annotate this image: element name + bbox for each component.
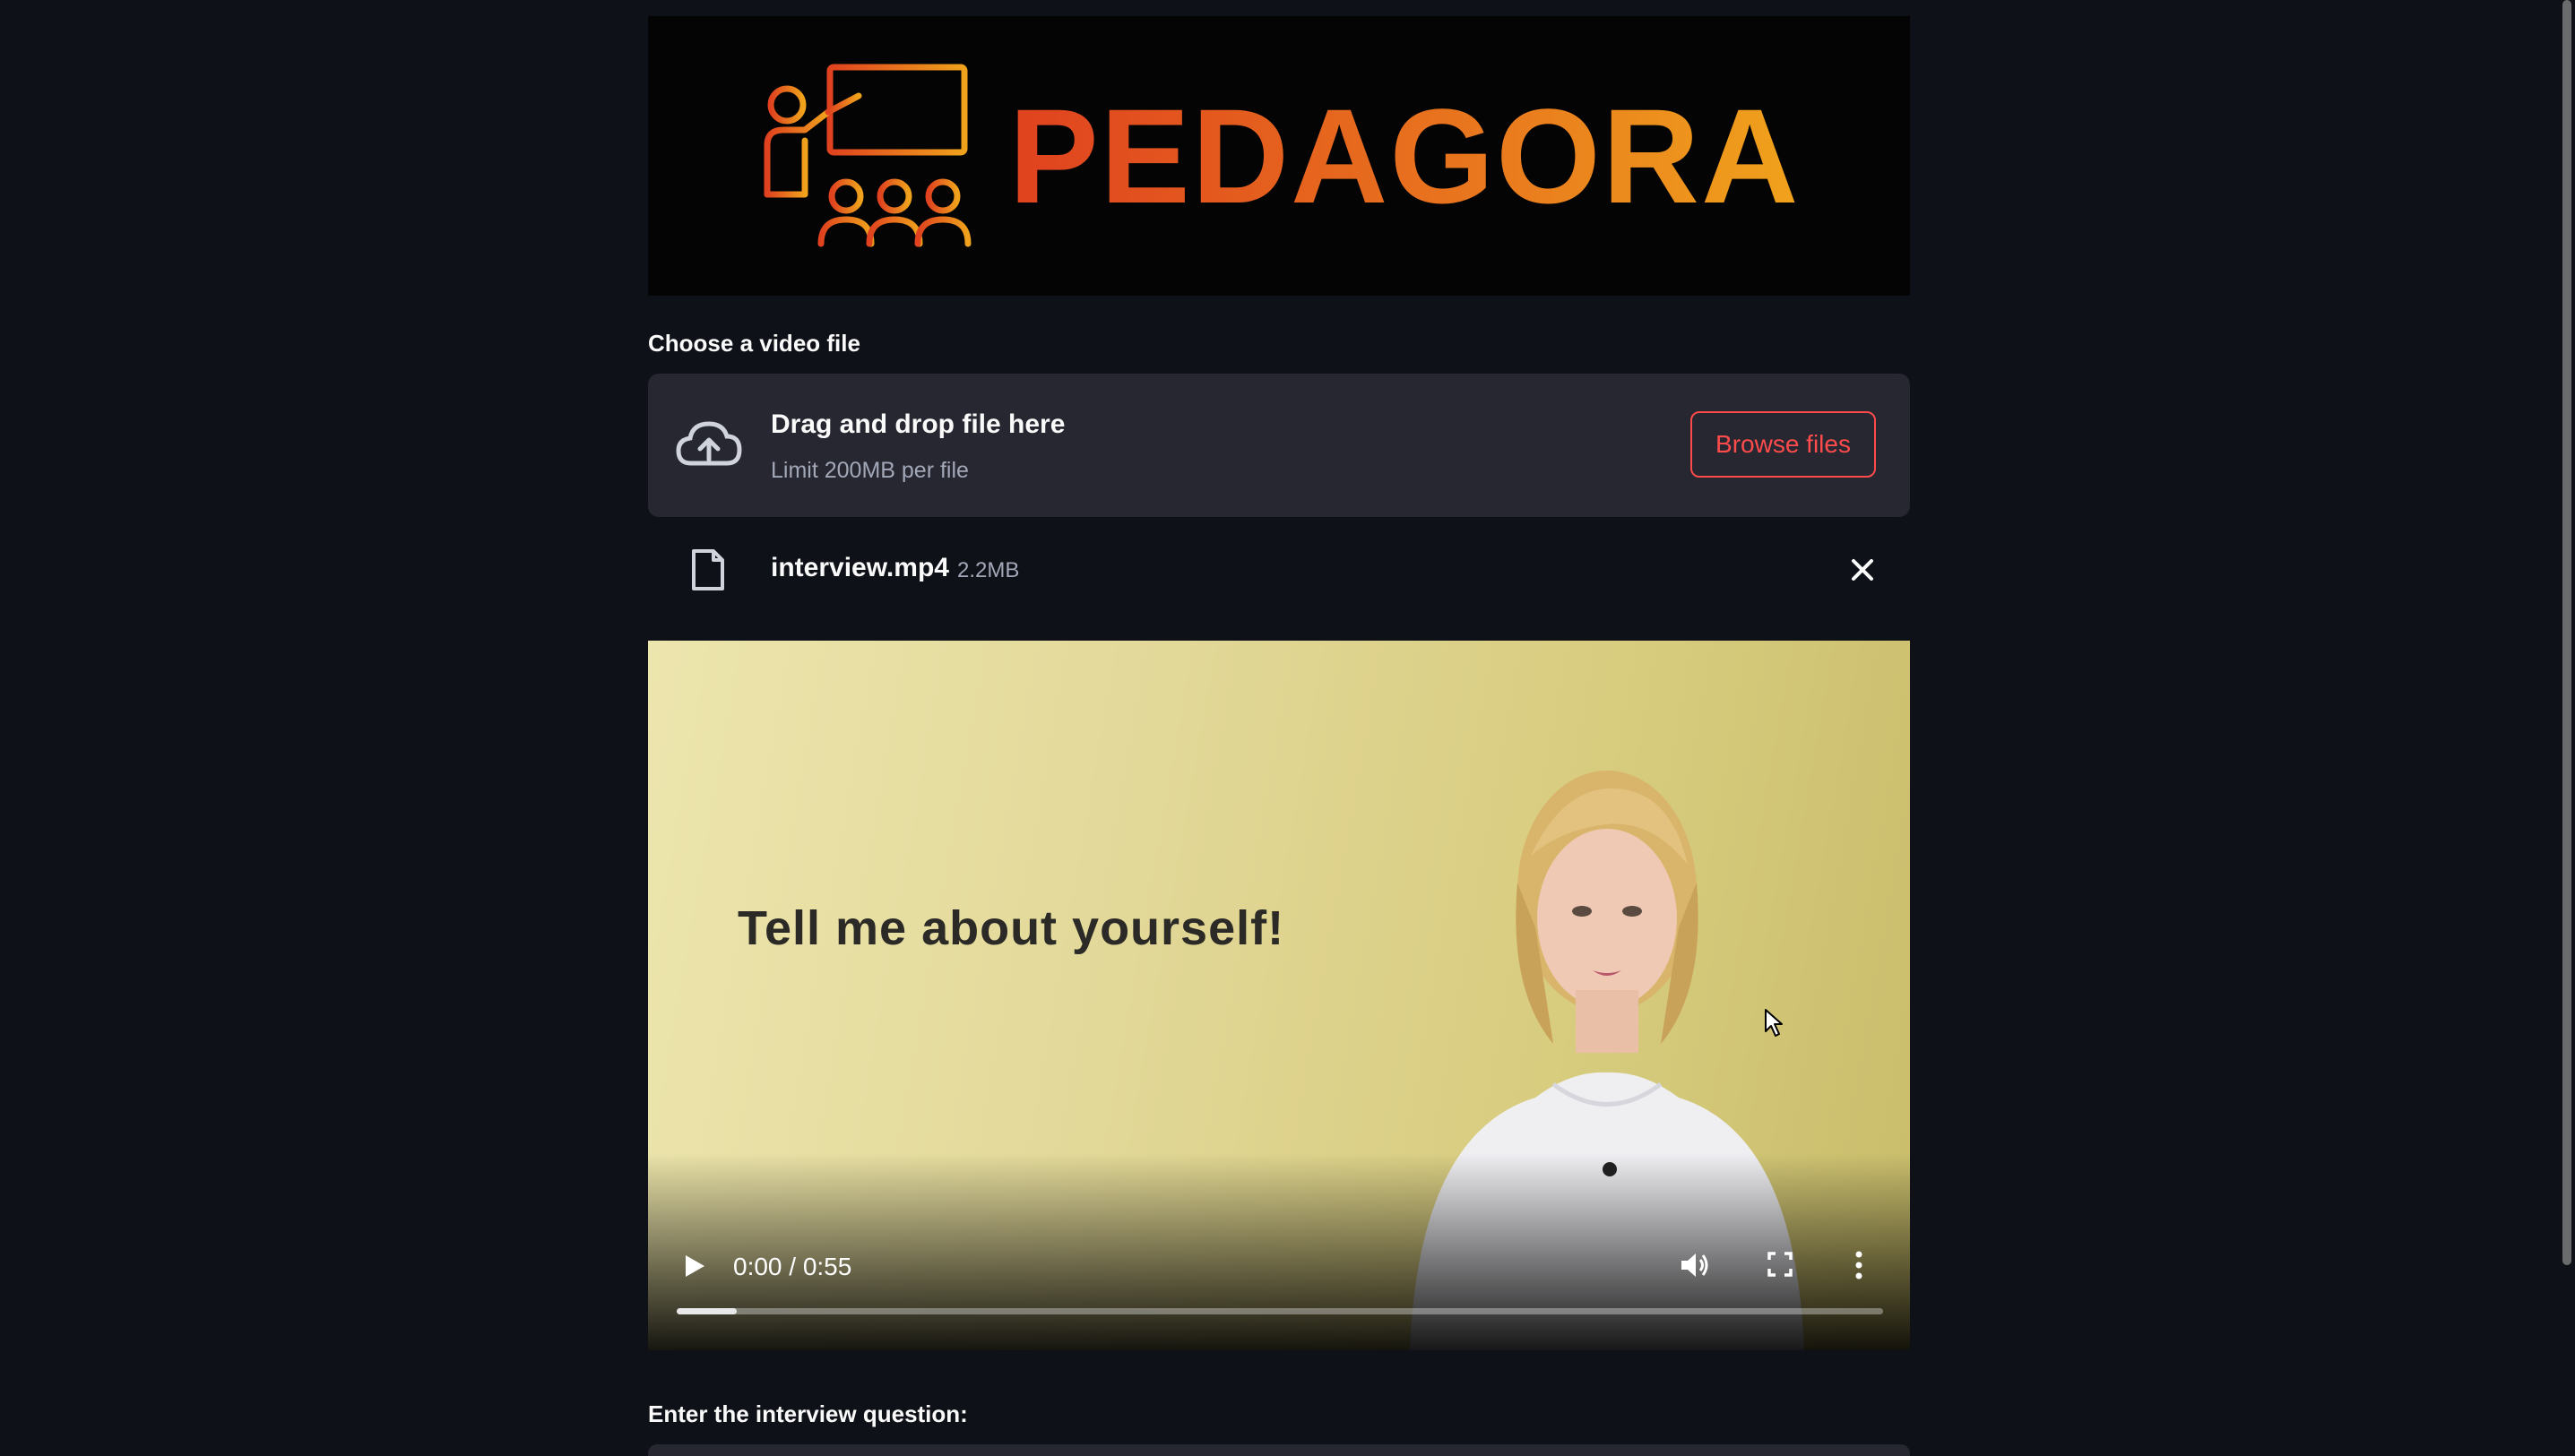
video-progress-track[interactable] bbox=[677, 1308, 1883, 1314]
uploaded-file-row: interview.mp4 2.2MB bbox=[648, 533, 1910, 614]
main-column: PEDAGORA Choose a video file Drag and dr… bbox=[648, 0, 1910, 1456]
volume-icon[interactable] bbox=[1679, 1250, 1711, 1280]
browse-files-button[interactable]: Browse files bbox=[1690, 411, 1876, 478]
cloud-upload-icon bbox=[676, 421, 742, 466]
play-icon[interactable] bbox=[682, 1253, 707, 1279]
question-label: Enter the interview question: bbox=[648, 1400, 968, 1427]
video-controls-shade bbox=[648, 1153, 1910, 1350]
uploaded-file-name: interview.mp4 bbox=[771, 553, 949, 582]
more-options-icon[interactable] bbox=[1853, 1250, 1864, 1280]
uploader-label: Choose a video file bbox=[648, 330, 860, 357]
teacher-presentation-icon bbox=[764, 64, 972, 246]
close-icon[interactable] bbox=[1847, 555, 1878, 585]
header-banner: PEDAGORA bbox=[648, 16, 1910, 296]
fullscreen-icon[interactable] bbox=[1767, 1251, 1793, 1278]
app-page: PEDAGORA Choose a video file Drag and dr… bbox=[0, 0, 2575, 1456]
brand-title: PEDAGORA bbox=[1008, 81, 1801, 231]
video-progress-fill bbox=[677, 1308, 738, 1314]
file-dropzone[interactable]: Drag and drop file here Limit 200MB per … bbox=[648, 374, 1910, 517]
mouse-cursor-icon bbox=[1765, 1009, 1783, 1037]
uploaded-file-size: 2.2MB bbox=[957, 558, 1020, 582]
dropzone-limit-text: Limit 200MB per file bbox=[771, 458, 969, 483]
question-input[interactable] bbox=[648, 1444, 1910, 1456]
video-caption-text: Tell me about yourself! bbox=[738, 901, 1285, 955]
page-scrollbar[interactable] bbox=[2562, 0, 2571, 1265]
dropzone-title: Drag and drop file here bbox=[771, 409, 1066, 439]
video-time-display: 0:00 / 0:55 bbox=[733, 1253, 852, 1280]
file-icon bbox=[692, 549, 724, 590]
video-player[interactable]: Tell me about yourself! 0:00 / 0:55 bbox=[648, 641, 1910, 1350]
